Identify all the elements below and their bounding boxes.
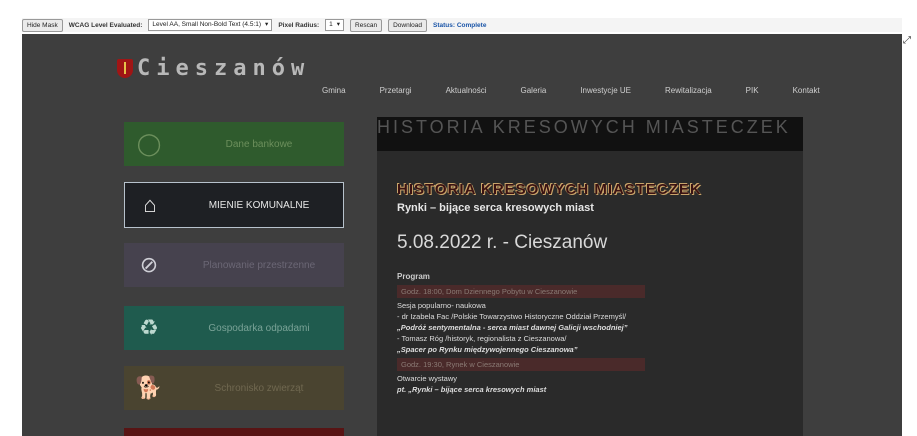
nav-item-przetargi[interactable]: Przetargi bbox=[380, 86, 412, 95]
tile-schronisko[interactable]: 🐕 Schronisko zwierząt bbox=[124, 366, 344, 410]
tile-partial[interactable] bbox=[124, 428, 344, 436]
nav-item-galeria[interactable]: Galeria bbox=[521, 86, 547, 95]
nav-item-kontakt[interactable]: Kontakt bbox=[793, 86, 820, 95]
recycle-icon: ♻ bbox=[139, 315, 159, 340]
dog-icon: 🐕 bbox=[135, 375, 163, 400]
time-slot-2: Godz. 19:30, Rynek w Cieszanowie bbox=[397, 358, 645, 371]
article-banner: HISTORIA KRESOWYCH MIASTECZEK bbox=[377, 117, 803, 151]
tile-dane-bankowe[interactable]: ◯ Dane bankowe bbox=[124, 122, 344, 166]
program-line: „Spacer po Rynku międzywojennego Cieszan… bbox=[397, 345, 578, 354]
program-line: „Podróż sentymentalna - serca miast dawn… bbox=[397, 323, 628, 332]
pixel-radius-select[interactable]: 1 ▾ bbox=[325, 19, 345, 31]
tile-label: Dane bankowe bbox=[225, 138, 293, 150]
rescan-button[interactable]: Rescan bbox=[350, 18, 383, 32]
article-subtitle: Rynki – bijące serca kresowych miast bbox=[397, 202, 594, 214]
time-slot-1: Godz. 18:00, Dom Dziennego Pobytu w Cies… bbox=[397, 285, 645, 298]
article-title: HISTORIA KRESOWYCH MIASTECZEK bbox=[397, 181, 702, 198]
chevron-down-icon: ▾ bbox=[336, 21, 341, 28]
site-logo[interactable]: Cieszanów bbox=[117, 56, 310, 81]
nav-item-rewitalizacja[interactable]: Rewitalizacja bbox=[665, 86, 712, 95]
tile-label: Gospodarka odpadami bbox=[208, 322, 310, 334]
nav-item-aktualnosci[interactable]: Aktualności bbox=[446, 86, 487, 95]
program-line: - Tomasz Róg /historyk, regionalista z C… bbox=[397, 334, 567, 343]
program-line: pt. „Rynki – bijące serca kresowych mias… bbox=[397, 385, 547, 394]
tile-label: Planowanie przestrzenne bbox=[202, 259, 316, 271]
program-line: Sesja popularno- naukowa bbox=[397, 301, 486, 310]
shield-outline-icon: ◯ bbox=[136, 131, 162, 156]
hide-mask-button[interactable]: Hide Mask bbox=[22, 18, 63, 32]
website-viewport: Cieszanów Gmina Przetargi Aktualności Ga… bbox=[22, 34, 902, 436]
pixel-radius-label: Pixel Radius: bbox=[278, 21, 320, 29]
article-panel: HISTORIA KRESOWYCH MIASTECZEK HISTORIA K… bbox=[377, 117, 803, 436]
main-nav: Gmina Przetargi Aktualności Galeria Inwe… bbox=[322, 86, 820, 95]
chevron-down-icon: ▾ bbox=[265, 21, 269, 28]
expand-icon[interactable]: ⤢ bbox=[903, 36, 913, 46]
nav-item-inwestycje[interactable]: Inwestycje UE bbox=[580, 86, 631, 95]
nav-item-pik[interactable]: PIK bbox=[746, 86, 759, 95]
program-heading: Program bbox=[397, 272, 430, 281]
pixel-radius-value: 1 bbox=[329, 21, 333, 28]
tile-label: Schronisko zwierząt bbox=[214, 382, 304, 394]
tile-gospodarka-odpadami[interactable]: ♻ Gospodarka odpadami bbox=[124, 306, 344, 350]
download-button[interactable]: Download bbox=[388, 18, 427, 32]
tile-label: MIENIE KOMUNALNE bbox=[208, 199, 310, 211]
status-text: Status: Complete bbox=[433, 21, 487, 29]
program-line: - dr Izabela Fac /Polskie Towarzystwo Hi… bbox=[397, 312, 627, 321]
program-line: Otwarcie wystawy bbox=[397, 374, 458, 383]
tile-planowanie-przestrzenne[interactable]: ⊘ Planowanie przestrzenne bbox=[124, 243, 344, 287]
wcag-label: WCAG Level Evaluated: bbox=[68, 21, 143, 29]
house-icon: ⌂ bbox=[143, 192, 157, 217]
article-date: 5.08.2022 r. - Cieszanów bbox=[397, 232, 608, 253]
wcag-level-select[interactable]: Level AA, Small Non-Bold Text (4.5:1) ▾ bbox=[148, 19, 273, 31]
nav-item-gmina[interactable]: Gmina bbox=[322, 86, 346, 95]
logo-text: Cieszanów bbox=[137, 56, 311, 81]
compass-icon: ⊘ bbox=[139, 252, 159, 277]
wcag-level-value: Level AA, Small Non-Bold Text (4.5:1) bbox=[152, 21, 262, 28]
accessibility-toolbar: Hide Mask WCAG Level Evaluated: Level AA… bbox=[22, 18, 902, 32]
tile-mienie-komunalne[interactable]: ⌂ MIENIE KOMUNALNE bbox=[124, 182, 344, 228]
coat-of-arms-icon bbox=[117, 59, 133, 78]
